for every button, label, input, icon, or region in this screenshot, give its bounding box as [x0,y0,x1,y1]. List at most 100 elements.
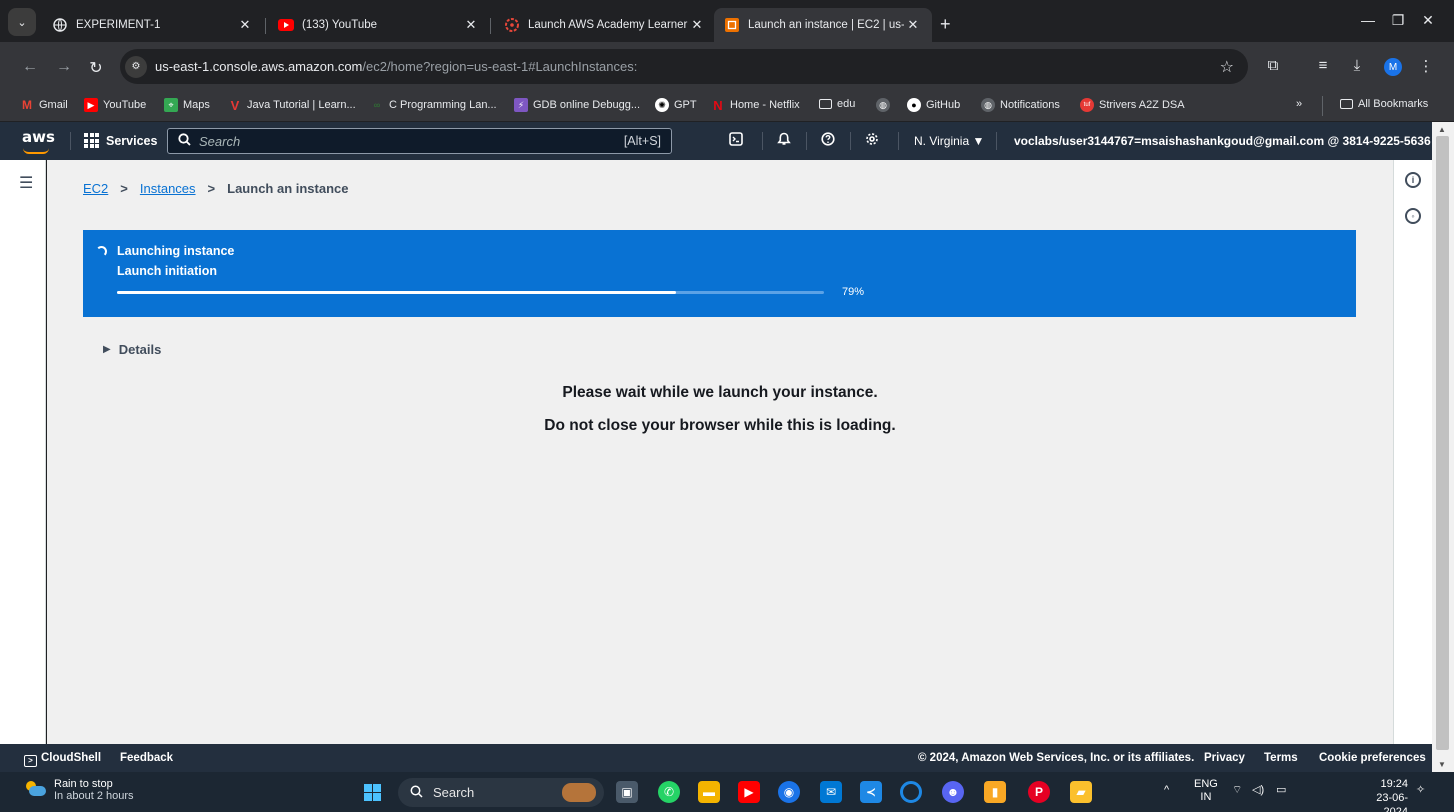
bookmark-c-programming[interactable]: ∞ C Programming Lan... [370,98,497,112]
tab-search-icon[interactable]: ⌄ [8,8,36,36]
bookmark-maps[interactable]: ⌖ Maps [164,98,210,112]
folder-icon [819,99,832,109]
account-menu[interactable]: voclabs/user3144767=msaishashankgoud@gma… [1014,134,1446,148]
c-icon: ∞ [373,100,381,110]
terms-link[interactable]: Terms [1264,752,1298,764]
tab-launch-instance[interactable]: Launch an instance | EC2 | us-ea ✕ [714,8,932,42]
region-selector[interactable]: N. Virginia ▼ [914,134,984,148]
close-icon[interactable]: ✕ [688,17,706,33]
file-explorer-icon[interactable]: ▬ [698,781,720,803]
windows-start-icon[interactable] [364,784,381,801]
wifi-icon[interactable]: ⌔ [1232,784,1242,797]
address-bar[interactable]: ⚙ us-east-1.console.aws.amazon.com/ec2/h… [120,49,1248,84]
cortana-icon[interactable] [900,781,922,803]
bookmark-youtube[interactable]: ▶ YouTube [84,98,146,112]
bookmark-java-tutorial[interactable]: V Java Tutorial | Learn... [228,98,356,113]
cookie-preferences-link[interactable]: Cookie preferences [1319,752,1426,764]
tab-experiment[interactable]: EXPERIMENT-1 ✕ [42,8,264,42]
bookmark-folder-edu[interactable]: edu [819,98,855,110]
bookmark-label: Gmail [39,99,68,111]
bookmark-netflix[interactable]: N Home - Netflix [711,98,799,113]
scrollbar-thumb[interactable] [1436,136,1449,750]
vscode-icon[interactable]: ≺ [860,781,882,803]
pinterest-icon[interactable]: P [1028,781,1050,803]
flash-subtitle: Launch initiation [117,264,217,278]
close-icon[interactable]: ✕ [236,17,254,33]
cloudshell-icon[interactable] [726,132,746,149]
reading-list-icon[interactable]: ≡ [1312,57,1334,74]
aws-search-input[interactable]: Search [Alt+S] [167,128,672,154]
mail-icon[interactable]: ✉ [820,781,842,803]
reload-icon[interactable]: ↻ [86,58,106,78]
site-info-icon[interactable]: ⚙ [125,55,147,78]
language-indicator[interactable]: ENG IN [1194,778,1218,804]
bookmark-label: GPT [674,99,697,111]
breadcrumb-instances-link[interactable]: Instances [140,181,196,196]
browser-menu-icon[interactable]: ⋮ [1415,57,1437,75]
forward-icon[interactable]: → [54,58,74,76]
bookmark-gdb[interactable]: ⚡ GDB online Debugg... [514,98,640,112]
bookmark-gmail[interactable]: M Gmail [20,98,68,112]
battery-icon[interactable]: ▭ [1276,784,1286,797]
scroll-up-icon[interactable]: ▲ [1438,125,1446,134]
close-icon[interactable]: ✕ [904,17,922,33]
bookmark-notifications[interactable]: ◍ Notifications [981,98,1060,112]
bookmark-label: All Bookmarks [1358,98,1429,110]
keep-notes-icon[interactable]: ▮ [984,781,1006,803]
cloudshell-icon: > [24,755,37,767]
tab-separator [490,18,491,34]
left-navigation-rail: ☰ [0,160,46,744]
new-tab-button[interactable]: + [940,14,951,35]
hamburger-menu-icon[interactable]: ☰ [19,173,33,193]
bookmarks-overflow-icon[interactable]: » [1296,98,1302,110]
right-utility-rail: i ◦ [1393,160,1432,744]
tray-overflow-icon[interactable]: ^ [1164,784,1169,797]
help-icon[interactable] [818,132,838,149]
restore-icon[interactable]: ❐ [1388,12,1408,29]
hexagon-icon[interactable]: ◦ [1405,208,1421,224]
cloudshell-footer-button[interactable]: > CloudShell [24,752,101,767]
chrome-icon[interactable]: ◉ [778,781,800,803]
sticky-notes-icon[interactable]: ▰ [1070,781,1092,803]
aws-logo-smile [23,148,49,154]
close-icon[interactable]: ✕ [462,17,480,33]
clock[interactable]: 19:24 23-06-2024 [1360,777,1408,812]
settings-gear-icon[interactable] [862,132,882,149]
whatsapp-icon[interactable]: ✆ [658,781,680,803]
bookmark-strivers[interactable]: tuf Strivers A2Z DSA [1080,98,1185,112]
details-expander[interactable]: ▶ Details [103,342,161,357]
tab-aws-academy[interactable]: Launch AWS Academy Learner L ✕ [494,8,716,42]
aws-logo[interactable]: aws [22,128,55,146]
bookmark-gpt[interactable]: ✺ GPT [655,98,697,112]
bookmark-github[interactable]: ● GitHub [907,98,960,112]
download-icon[interactable]: ⤓ [1346,57,1368,74]
url-host: us-east-1.console.aws.amazon.com [155,59,363,74]
volume-icon[interactable]: ◁) [1252,784,1264,797]
notification-center-icon[interactable]: ✧ [1416,784,1425,797]
all-bookmarks[interactable]: All Bookmarks [1340,98,1428,110]
extensions-icon[interactable]: ⧉ [1262,57,1284,74]
privacy-link[interactable]: Privacy [1204,752,1245,764]
feedback-link[interactable]: Feedback [120,752,173,764]
task-view-icon[interactable]: ▣ [616,781,638,803]
bookmark-label: YouTube [103,99,147,111]
info-icon[interactable]: i [1405,172,1421,188]
bookmark-label: Java Tutorial | Learn... [247,99,356,111]
bookmark-star-icon[interactable]: ☆ [1220,57,1234,77]
scroll-down-icon[interactable]: ▼ [1438,760,1446,769]
minimize-icon[interactable]: — [1358,12,1378,28]
services-menu-button[interactable]: Services [84,133,157,148]
notifications-bell-icon[interactable] [774,132,794,149]
taskbar-search[interactable]: Search [398,778,604,807]
bookmark-globe[interactable]: ◍ [876,98,895,112]
breadcrumb-ec2-link[interactable]: EC2 [83,181,108,196]
bookmark-label: C Programming Lan... [389,99,497,111]
profile-avatar[interactable]: M [1384,58,1402,76]
discord-icon[interactable]: ☻ [942,781,964,803]
back-icon[interactable]: ← [20,58,40,76]
weather-widget[interactable]: Rain to stop In about 2 hours [26,778,134,802]
page-scrollbar[interactable]: ▲ ▼ [1432,122,1454,772]
window-close-icon[interactable]: ✕ [1418,12,1438,29]
youtube-app-icon[interactable]: ▶ [738,781,760,803]
tab-youtube[interactable]: (133) YouTube ✕ [268,8,490,42]
